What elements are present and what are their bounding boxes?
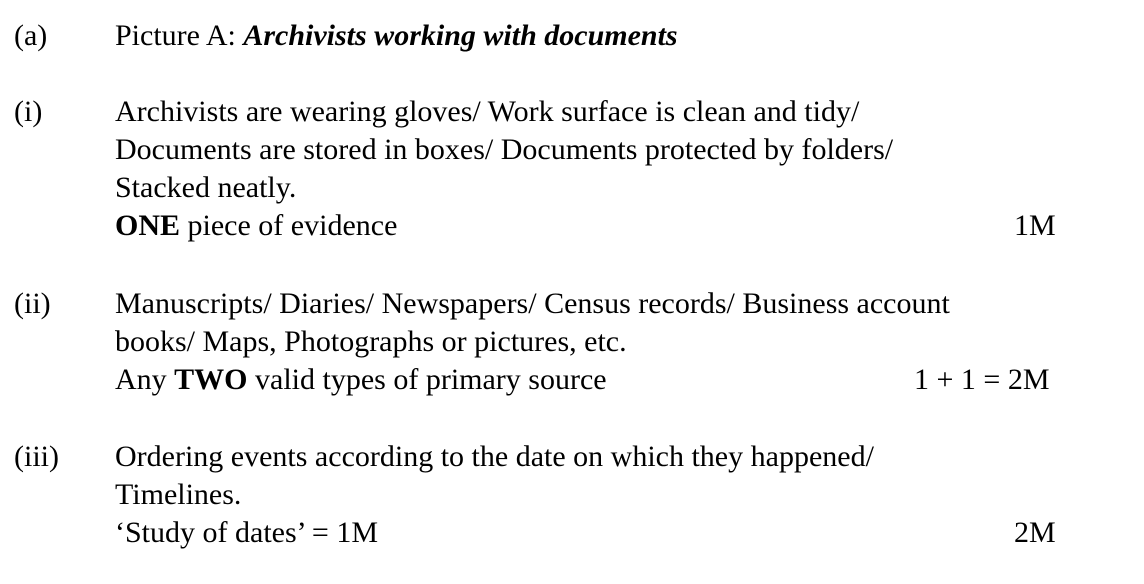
part-i-line-3: Stacked neatly. — [115, 171, 297, 204]
part-iii-label: (iii) — [14, 440, 59, 473]
marking-scheme-page: (a) Picture A: Archivists working with d… — [0, 0, 1144, 584]
section-a-heading: Picture A: Archivists working with docum… — [115, 17, 678, 55]
part-ii-criteria-rest: valid types of primary source — [247, 363, 607, 396]
part-ii-line-1: Manuscripts/ Diaries/ Newspapers/ Census… — [115, 287, 950, 320]
part-iii-marks: 2M — [1014, 516, 1056, 549]
section-a-label: (a) — [14, 19, 48, 52]
part-i-line-1: Archivists are wearing gloves/ Work surf… — [115, 95, 860, 128]
section-a-prefix: Picture A: — [115, 19, 244, 52]
part-iii-line-2: Timelines. — [115, 478, 242, 511]
part-ii-criteria: Any TWO valid types of primary source — [115, 361, 607, 399]
part-ii-criteria-bold: TWO — [174, 363, 248, 396]
part-i-criteria: ONE piece of evidence — [115, 207, 397, 245]
part-i-criteria-bold: ONE — [115, 209, 181, 242]
part-i-criteria-rest: piece of evidence — [180, 209, 398, 242]
part-ii-marks: 1 + 1 = 2M — [914, 363, 1050, 396]
part-i-label: (i) — [14, 95, 43, 128]
part-i-marks: 1M — [1014, 209, 1056, 242]
part-iii-criteria: ‘Study of dates’ = 1M — [115, 516, 378, 549]
part-ii-criteria-pre: Any — [115, 363, 175, 396]
part-ii-label: (ii) — [14, 287, 51, 320]
part-ii-line-2: books/ Maps, Photographs or pictures, et… — [115, 325, 627, 358]
part-iii-line-1: Ordering events according to the date on… — [115, 440, 874, 473]
section-a-title: Archivists working with documents — [243, 19, 678, 52]
part-i-line-2: Documents are stored in boxes/ Documents… — [115, 133, 894, 166]
